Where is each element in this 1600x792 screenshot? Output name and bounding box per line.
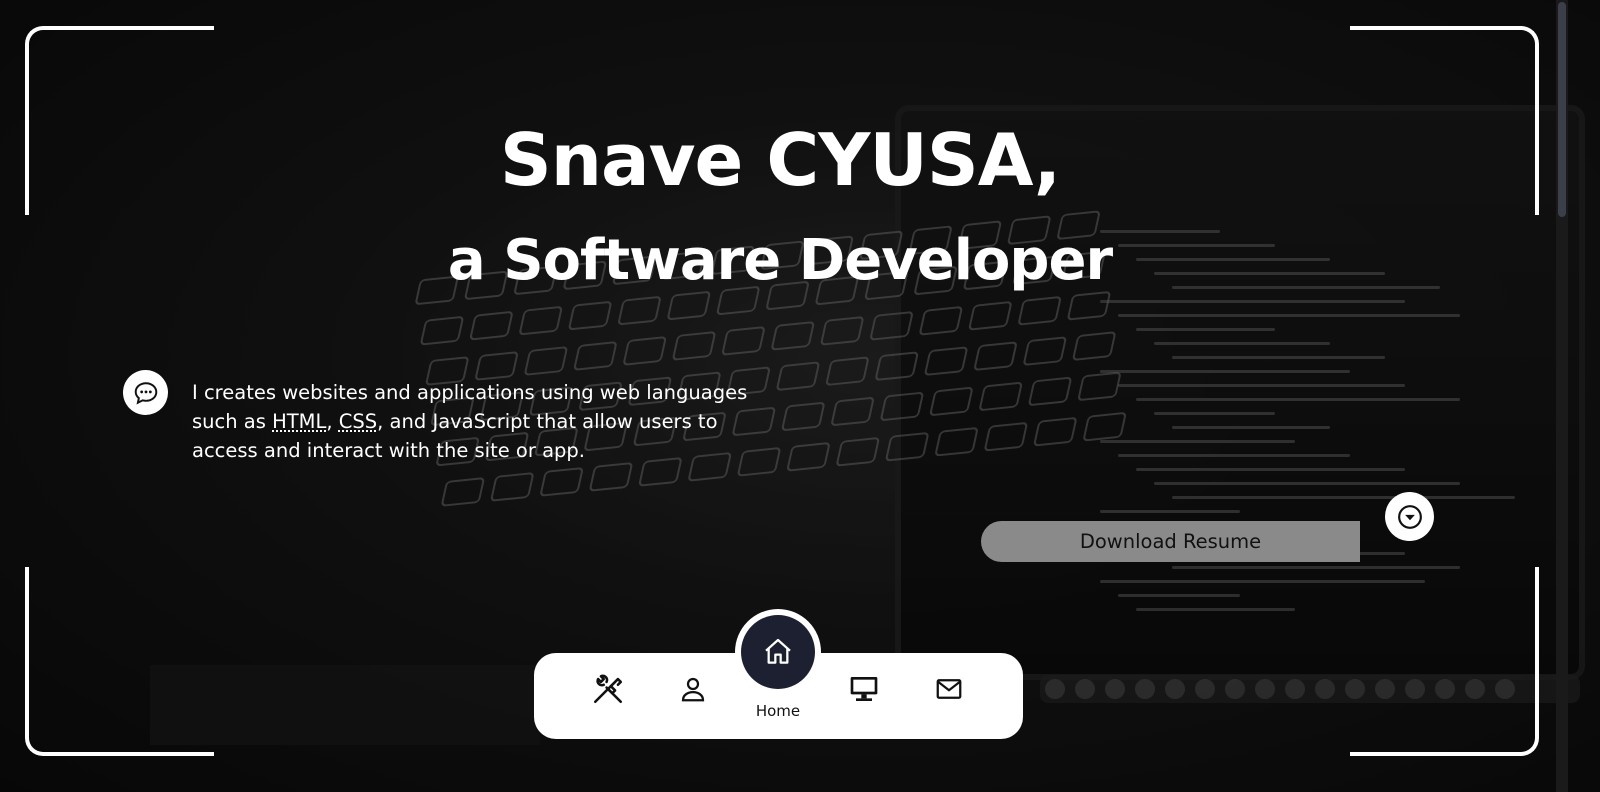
chat-bubble-icon: [134, 381, 157, 405]
nav-item-portfolio[interactable]: [844, 669, 884, 709]
frame-corner-bottom-left: [25, 567, 214, 756]
nav-item-about[interactable]: [673, 669, 713, 709]
html-abbr: HTML: [272, 410, 327, 433]
css-abbr: CSS: [338, 410, 378, 433]
download-resume-button[interactable]: Download Resume: [981, 521, 1360, 562]
chevron-down-circle-icon: [1397, 504, 1422, 529]
home-icon: [765, 638, 791, 664]
nav-item-home[interactable]: [735, 609, 821, 695]
hero-role: a Software Developer: [447, 228, 1113, 293]
mail-icon: [936, 679, 962, 699]
tools-icon: [593, 674, 623, 704]
nav-item-contact[interactable]: [929, 669, 969, 709]
scrollbar-thumb[interactable]: [1558, 2, 1566, 217]
nav-home-label: Home: [755, 702, 801, 720]
monitor-icon: [850, 677, 878, 701]
chat-button[interactable]: [123, 370, 168, 415]
user-icon: [681, 677, 705, 702]
scroll-down-button[interactable]: [1385, 492, 1434, 541]
frame-corner-bottom-right: [1350, 567, 1539, 756]
intro-description: I creates websites and applications usin…: [192, 381, 748, 462]
hero-name: Snave CYUSA,: [499, 118, 1061, 202]
nav-item-services[interactable]: [588, 669, 628, 709]
